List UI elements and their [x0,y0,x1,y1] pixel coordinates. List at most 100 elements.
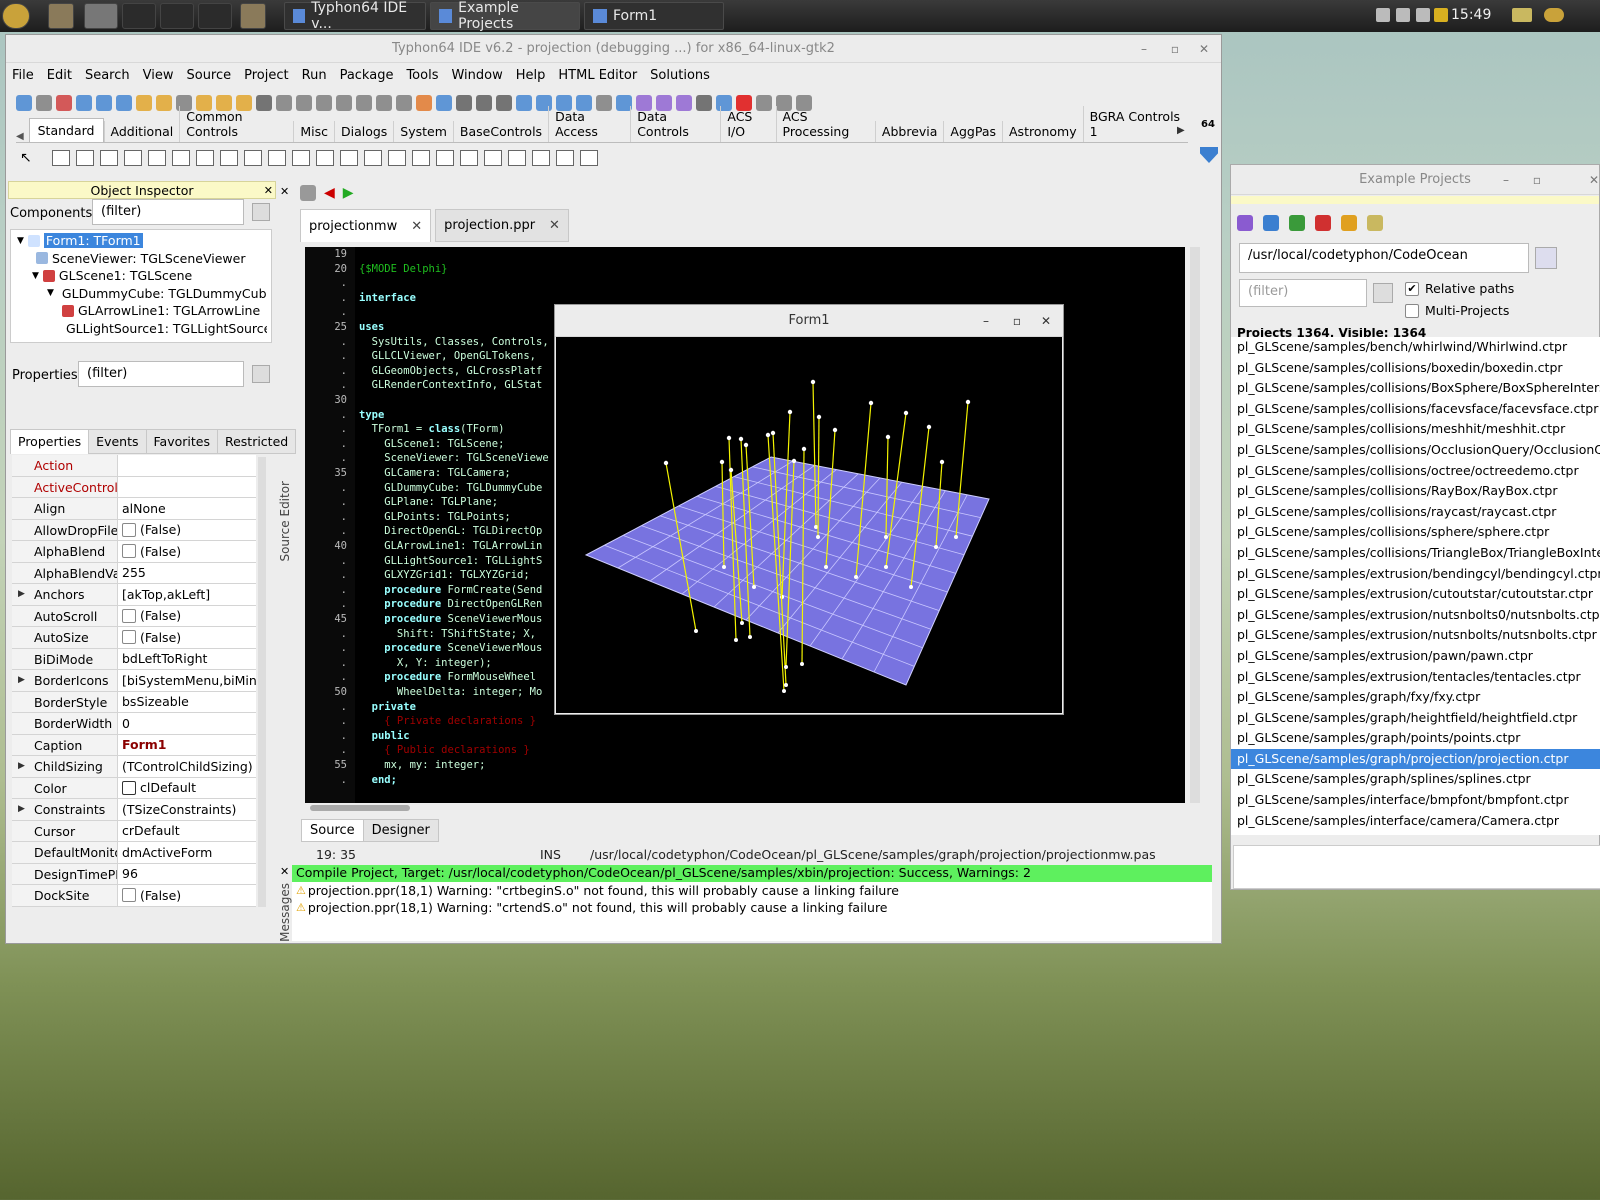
browse-folder-icon[interactable] [1535,247,1557,269]
toolbar-button-icon[interactable] [436,95,452,111]
checkbox-icon[interactable] [122,888,136,903]
close-icon[interactable]: ✕ [1589,165,1599,195]
project-list-item[interactable]: pl_GLScene/samples/collisions/facevsface… [1231,399,1600,420]
toolbar-button-icon[interactable] [96,95,112,111]
palette-tab-acs-processing[interactable]: ACS Processing [775,106,875,142]
property-row[interactable]: AutoSize (False) [12,627,256,649]
network-icon[interactable] [1416,8,1430,22]
expand-arrow-icon[interactable]: ▶ [18,756,25,777]
menu-window[interactable]: Window [451,68,502,83]
component-icon[interactable] [507,150,526,166]
checkbox-icon[interactable] [122,630,136,645]
maximize-icon[interactable]: ▫ [1533,165,1541,195]
property-value[interactable]: [akTop,akLeft] [118,584,256,605]
property-row[interactable]: Action [12,455,256,477]
property-value[interactable]: dmActiveForm [118,842,256,863]
property-value[interactable]: bdLeftToRight [118,648,256,669]
property-row[interactable]: DefaultMonitor dmActiveForm [12,842,256,864]
component-icon[interactable] [123,150,142,166]
component-icon[interactable] [531,150,550,166]
property-row[interactable]: Align alNone [12,498,256,520]
project-list-item[interactable]: pl_GLScene/samples/extrusion/cutoutstar/… [1231,584,1600,605]
close-icon[interactable]: ✕ [411,219,422,234]
project-list-item[interactable]: pl_GLScene/samples/collisions/RayBox/Ray… [1231,481,1600,502]
toolbar-button-icon[interactable] [16,95,32,111]
expand-arrow-icon[interactable]: ▼ [17,236,24,246]
property-row[interactable]: BorderWidth 0 [12,713,256,735]
toolbar-button-icon[interactable] [376,95,392,111]
task-form1[interactable]: Form1 [584,2,724,30]
minimize-icon[interactable]: – [1141,35,1147,63]
properties-filter-input[interactable]: (filter) [78,361,244,387]
property-value[interactable]: bsSizeable [118,691,256,712]
download-arrow-icon[interactable] [1200,147,1218,163]
project-list-item[interactable]: pl_GLScene/samples/collisions/OcclusionQ… [1231,440,1600,461]
palette-tab-abbrevia[interactable]: Abbrevia [874,121,944,142]
toolbar-button-icon[interactable] [476,95,492,111]
property-grid-scrollbar[interactable] [258,457,266,907]
property-row[interactable]: BiDiMode bdLeftToRight [12,648,256,670]
component-icon[interactable] [555,150,574,166]
property-value[interactable]: (TSizeConstraints) [118,799,256,820]
component-icon[interactable] [483,150,502,166]
property-row[interactable]: AlphaBlendValue 255 [12,562,256,584]
scene-viewer[interactable] [556,337,1062,713]
property-value[interactable]: Form1 [118,734,256,755]
property-value[interactable] [118,455,256,476]
tree-node[interactable]: ▼ Form1: TForm1 [17,232,267,249]
property-value[interactable]: [biSystemMenu,biMinimize] [118,670,256,691]
close-icon[interactable]: ✕ [1199,35,1209,63]
maximize-icon[interactable]: ▫ [1013,305,1021,337]
filter-icon[interactable] [252,365,270,383]
project-list-item[interactable]: pl_GLScene/samples/interface/bmpfont/bmp… [1231,790,1600,811]
palette-tab-dialogs[interactable]: Dialogs [333,121,393,142]
toolbar-button-icon[interactable] [116,95,132,111]
file-manager-icon[interactable] [48,3,74,29]
palette-tab-aggpas[interactable]: AggPas [943,121,1002,142]
component-icon[interactable] [75,150,94,166]
compile-summary[interactable]: Compile Project, Target: /usr/local/code… [292,865,1212,882]
property-value[interactable]: 0 [118,713,256,734]
toolbar-button-icon[interactable] [336,95,352,111]
relative-paths-checkbox[interactable]: ✔ Relative paths [1405,281,1514,296]
project-list-item[interactable]: pl_GLScene/samples/collisions/boxedin/bo… [1231,358,1600,379]
property-row[interactable]: BorderStyle bsSizeable [12,691,256,713]
start-menu-icon[interactable] [2,3,30,29]
code-vertical-scrollbar[interactable] [1190,247,1200,803]
forward-arrow-icon[interactable]: ▶ [343,185,354,201]
property-row[interactable]: Color clDefault [12,777,256,799]
property-value[interactable]: 96 [118,863,256,884]
project-list-item[interactable]: pl_GLScene/samples/graph/points/points.c… [1231,728,1600,749]
settings-icon[interactable] [1367,215,1383,231]
projects-filter-input[interactable]: (filter) [1239,279,1367,307]
property-value[interactable]: (TControlChildSizing) [118,756,256,777]
code-horizontal-scrollbar[interactable] [310,805,410,811]
path-input[interactable]: /usr/local/codetyphon/CodeOcean [1239,243,1529,273]
palette-scroll-right-icon[interactable]: ▶ [1177,125,1185,136]
project-list-item[interactable]: pl_GLScene/samples/extrusion/pawn/pawn.c… [1231,646,1600,667]
tab-events[interactable]: Events [88,429,147,454]
toolbar-button-icon[interactable] [76,95,92,111]
property-row[interactable]: AlphaBlend (False) [12,541,256,563]
palette-tab-data-controls[interactable]: Data Controls [630,106,720,142]
toolbar-button-icon[interactable] [356,95,372,111]
palette-tab-data-access[interactable]: Data Access [548,106,630,142]
tab-favorites[interactable]: Favorites [145,429,218,454]
clock[interactable]: 15:49 [1451,7,1491,23]
tree-node[interactable]: ▼ GLScene1: TGLScene [32,267,267,284]
project-list-item[interactable]: pl_GLScene/samples/extrusion/nutsnbolts/… [1231,625,1600,646]
workspace-4-button[interactable] [198,3,232,29]
logout-icon[interactable] [1544,8,1564,22]
tree-node[interactable]: GLLightSource1: TGLLightSource [62,320,267,337]
filter-icon[interactable] [1373,283,1393,303]
copy-project-icon[interactable] [1289,215,1305,231]
toolbar-button-icon[interactable] [456,95,472,111]
palette-tab-system[interactable]: System [393,121,453,142]
project-list-item[interactable]: pl_GLScene/samples/graph/projection/proj… [1231,748,1600,770]
workspace-3-button[interactable] [160,3,194,29]
tree-node[interactable]: GLArrowLine1: TGLArrowLine [62,302,267,319]
property-value[interactable]: (False) [118,541,256,562]
clipboard-icon[interactable] [1434,8,1448,22]
property-value[interactable]: (False) [118,627,256,648]
project-list-item[interactable]: pl_GLScene/samples/extrusion/tentacles/t… [1231,667,1600,688]
